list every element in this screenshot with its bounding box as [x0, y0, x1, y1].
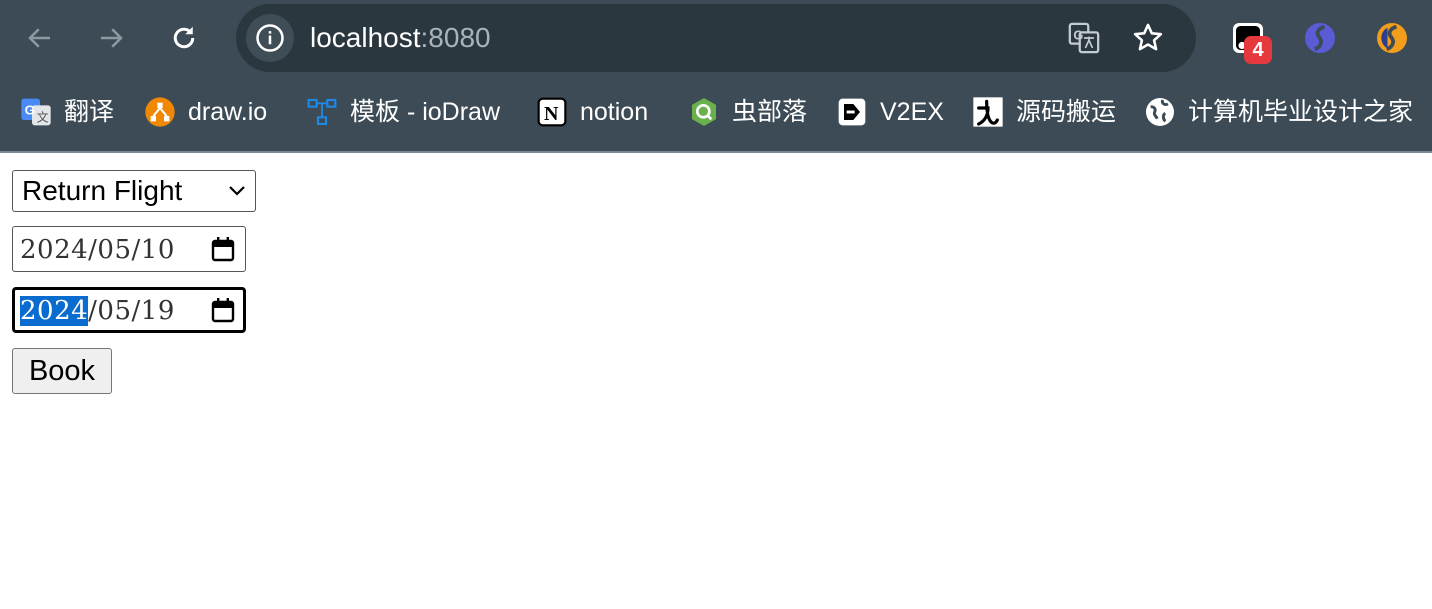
- reload-icon: [173, 26, 195, 49]
- bookmark-star-button[interactable]: [1130, 20, 1166, 56]
- bookmark-notion[interactable]: N notion: [536, 90, 648, 134]
- iodraw-icon: [306, 96, 338, 128]
- bookmark-translate[interactable]: G文 翻译: [20, 90, 114, 134]
- chongbuluo-icon: [688, 96, 720, 128]
- browser-toolbar: localhost:8080 G 4: [0, 0, 1432, 76]
- forward-button[interactable]: [93, 20, 129, 56]
- svg-text:N: N: [544, 103, 559, 125]
- address-bar[interactable]: localhost:8080 G: [236, 4, 1196, 72]
- site-info-button[interactable]: [246, 14, 294, 62]
- browser-chrome: localhost:8080 G 4 G 文 翻译 draw.io 模板 - i…: [0, 0, 1432, 153]
- drawio-icon: [144, 96, 176, 128]
- star-icon: [1133, 23, 1163, 51]
- departure-month-day: /05/10: [88, 235, 175, 265]
- return-date-value: 2024/05/19: [20, 295, 175, 327]
- bookmark-yuanma[interactable]: 源码搬运: [972, 90, 1116, 134]
- extension-button-2[interactable]: [1300, 18, 1340, 58]
- bookmark-label: draw.io: [188, 98, 268, 126]
- svg-text:G: G: [25, 103, 35, 118]
- bookmark-label: 模板 - ioDraw: [350, 98, 501, 126]
- extension-orange-icon: [1377, 23, 1407, 53]
- bookmark-label: 翻译: [64, 98, 115, 126]
- bookmark-label: notion: [580, 98, 649, 126]
- bookmark-label: V2EX: [880, 98, 944, 126]
- bookmark-label: 源码搬运: [1016, 98, 1117, 126]
- bookmark-jisuanji[interactable]: 计算机毕业设计之家: [1144, 90, 1413, 134]
- back-button[interactable]: [22, 20, 58, 56]
- departure-date-value: 2024/05/10: [20, 234, 175, 266]
- calendar-icon[interactable]: [211, 236, 235, 262]
- bookmark-drawio[interactable]: draw.io: [144, 90, 267, 134]
- return-month-day: /05/19: [88, 296, 175, 326]
- google-translate-icon: G文: [20, 96, 52, 128]
- calendar-icon[interactable]: [211, 297, 235, 323]
- globe-icon: [1144, 96, 1176, 128]
- info-icon: [256, 24, 284, 52]
- translate-page-button[interactable]: G: [1066, 20, 1102, 56]
- bookmark-label: 虫部落: [732, 98, 808, 126]
- sider-icon: [1305, 23, 1335, 53]
- bookmarks-bar: G文 翻译 draw.io 模板 - ioDraw N notion 虫部落 V…: [0, 90, 1432, 138]
- bookmark-chongbuluo[interactable]: 虫部落: [688, 90, 807, 134]
- arrow-left-icon: [28, 28, 50, 48]
- trip-type-value: Return Flight: [22, 175, 183, 206]
- chevron-down-icon: [229, 186, 245, 196]
- departure-year: 2024: [20, 235, 89, 265]
- notion-icon: N: [536, 96, 568, 128]
- svg-text:文: 文: [37, 109, 49, 124]
- departure-date-input[interactable]: 2024/05/10: [12, 226, 246, 272]
- extension-button-3[interactable]: [1372, 18, 1412, 58]
- chrome-divider: [0, 151, 1432, 153]
- return-year-selected[interactable]: 2024: [20, 296, 89, 326]
- return-date-input[interactable]: 2024/05/19: [12, 287, 246, 333]
- url-host: localhost: [310, 22, 421, 53]
- extension-badge: 4: [1244, 36, 1272, 64]
- bookmark-iodraw[interactable]: 模板 - ioDraw: [306, 90, 500, 134]
- yuanma-icon: [972, 96, 1004, 128]
- trip-type-select[interactable]: Return Flight: [12, 170, 256, 212]
- bookmark-label: 计算机毕业设计之家: [1188, 98, 1414, 126]
- translate-icon: G: [1068, 22, 1100, 54]
- reload-button[interactable]: [166, 20, 202, 56]
- bookmark-v2ex[interactable]: V2EX: [836, 90, 944, 134]
- url-text[interactable]: localhost:8080: [310, 20, 491, 56]
- book-button[interactable]: Book: [12, 348, 112, 394]
- svg-text:G: G: [1073, 27, 1083, 42]
- extension-button-1[interactable]: 4: [1228, 18, 1272, 64]
- url-port: :8080: [420, 22, 491, 53]
- v2ex-icon: [836, 96, 868, 128]
- arrow-right-icon: [101, 28, 123, 48]
